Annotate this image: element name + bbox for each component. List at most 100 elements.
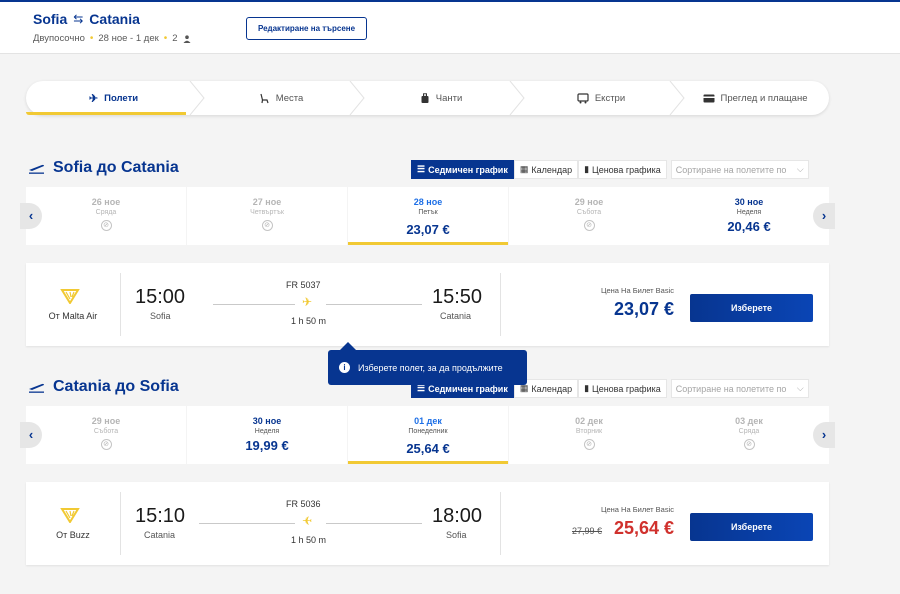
divider bbox=[120, 273, 121, 336]
date-cell[interactable]: 30 ное Неделя 20,46 € bbox=[669, 187, 829, 245]
arrival-city: Catania bbox=[440, 311, 472, 321]
no-flights-icon: ⊘ bbox=[583, 220, 595, 231]
date-cell-selected[interactable]: 28 ное Петък 23,07 € bbox=[348, 187, 508, 245]
sort-placeholder: Сортиране на полетите по bbox=[675, 164, 787, 175]
view-label: Ценова графика bbox=[592, 164, 661, 175]
weekday-label: Четвъртък bbox=[250, 209, 284, 216]
date-label: 29 ное bbox=[91, 416, 121, 426]
weekday-label: Събота bbox=[576, 209, 602, 216]
outbound-flight-card: От Malta Air 15:00 Sofia FR 5037 ✈ 1 h 5… bbox=[26, 263, 829, 346]
tooltip-pointer bbox=[340, 342, 356, 350]
no-flights-icon: ⊘ bbox=[100, 220, 112, 231]
next-dates-button[interactable]: › bbox=[813, 203, 835, 229]
select-inbound-flight-button[interactable]: Изберете bbox=[690, 513, 813, 541]
tooltip-text: Изберете полет, за да продължите bbox=[358, 362, 503, 373]
no-flights-icon: ⊘ bbox=[100, 439, 112, 450]
weekday-label: Сряда bbox=[95, 209, 117, 216]
step-extras[interactable]: Екстри bbox=[521, 81, 681, 115]
seat-icon bbox=[260, 93, 269, 103]
search-summary-header: Sofia ⇆ Catania Двупосочно • 28 ное - 1 … bbox=[0, 2, 900, 54]
departure-time: 15:00 bbox=[135, 286, 186, 308]
discounted-fare-price: 25,64 € bbox=[613, 518, 674, 538]
bus-icon bbox=[577, 92, 589, 103]
arrival-time: 15:50 bbox=[432, 286, 483, 308]
route-line bbox=[326, 304, 422, 305]
fare-type-label: Цена На Билет Basic bbox=[600, 286, 674, 295]
airline-harp-logo-icon bbox=[60, 508, 80, 523]
inbound-section-title: Catania до Sofia bbox=[28, 378, 179, 396]
view-label: Седмичен график bbox=[428, 383, 508, 394]
arrival-time: 18:00 bbox=[432, 505, 483, 527]
flight-duration: 1 h 50 m bbox=[291, 316, 327, 326]
separator-dot-icon: • bbox=[163, 33, 168, 44]
takeoff-plane-icon bbox=[29, 383, 44, 393]
passenger-count: 2 bbox=[172, 33, 178, 44]
sort-flights-select[interactable]: Сортиране на полетите по ⌵ bbox=[670, 379, 809, 398]
edit-search-button[interactable]: Редактиране на търсене bbox=[246, 17, 367, 40]
weekly-view-button[interactable]: ☰ Седмичен график bbox=[411, 160, 514, 179]
fare-price: 23,07 € bbox=[613, 299, 674, 319]
date-cell[interactable]: 30 ное Неделя 19,99 € bbox=[187, 406, 347, 464]
operating-airline: От Buzz bbox=[56, 530, 90, 540]
date-price: 25,64 € bbox=[406, 441, 450, 456]
weekday-label: Петък bbox=[418, 209, 438, 216]
bar-chart-icon: ▮ bbox=[584, 383, 590, 393]
date-cell: 27 ное Четвъртък ⊘ bbox=[187, 187, 347, 245]
trip-type: Двупосочно bbox=[33, 33, 85, 44]
origin-city: Sofia bbox=[33, 11, 68, 27]
date-label: 28 ное bbox=[413, 197, 443, 207]
list-icon: ☰ bbox=[417, 164, 426, 174]
select-outbound-flight-button[interactable]: Изберете bbox=[690, 294, 813, 322]
step-review-payment[interactable]: Преглед и плащане bbox=[681, 81, 829, 115]
step-label: Екстри bbox=[594, 92, 626, 104]
date-label: 27 ное bbox=[252, 197, 282, 207]
calendar-view-button[interactable]: ▦ Календар bbox=[513, 160, 579, 179]
date-label: 30 ное bbox=[734, 197, 764, 207]
date-price: 19,99 € bbox=[245, 438, 289, 453]
booking-stepper: ✈ Полети Места Чанти Екстри Преглед и пл… bbox=[26, 81, 829, 115]
departure-time: 15:10 bbox=[135, 505, 186, 527]
sort-flights-select[interactable]: Сортиране на полетите по ⌵ bbox=[670, 160, 809, 179]
price-chart-button[interactable]: ▮ Ценова графика bbox=[578, 160, 667, 179]
divider bbox=[500, 492, 501, 555]
price-chart-button[interactable]: ▮ Ценова графика bbox=[578, 379, 667, 398]
date-cell: 29 ное Събота ⊘ bbox=[26, 406, 186, 464]
flight-number: FR 5036 bbox=[286, 499, 321, 509]
next-dates-button[interactable]: › bbox=[813, 422, 835, 448]
route-line bbox=[326, 523, 422, 524]
date-cell: 02 дек Вторник ⊘ bbox=[509, 406, 669, 464]
step-seats[interactable]: Места bbox=[201, 81, 361, 115]
view-label: Календар bbox=[531, 164, 573, 175]
weekday-label: Неделя bbox=[736, 209, 762, 216]
round-trip-arrows-icon: ⇆ bbox=[73, 12, 84, 26]
chevron-down-icon: ⌵ bbox=[796, 164, 804, 174]
route-line bbox=[199, 523, 295, 524]
step-label: Преглед и плащане bbox=[720, 92, 808, 104]
weekday-label: Вторник bbox=[575, 428, 603, 435]
step-label: Полети bbox=[104, 92, 139, 104]
outbound-view-options: ☰ Седмичен график ▦ Календар ▮ Ценова графи… bbox=[411, 160, 809, 179]
step-flights[interactable]: ✈ Полети bbox=[26, 81, 201, 115]
weekday-label: Сряда bbox=[738, 428, 760, 435]
destination-city: Catania bbox=[89, 11, 140, 27]
date-cell: 26 ное Сряда ⊘ bbox=[26, 187, 186, 245]
chevron-down-icon: ⌵ bbox=[796, 383, 804, 393]
fare-type-label: Цена На Билет Basic bbox=[600, 505, 674, 514]
date-cell-selected[interactable]: 01 дек Понеделник 25,64 € bbox=[348, 406, 508, 464]
card-icon bbox=[703, 94, 714, 102]
takeoff-plane-icon bbox=[29, 164, 44, 174]
flight-duration: 1 h 50 m bbox=[291, 535, 327, 545]
flight-plane-icon: ✈ bbox=[302, 514, 313, 528]
inbound-flight-card: От Buzz 15:10 Catania FR 5036 ✈ 1 h 50 m… bbox=[26, 482, 829, 565]
select-flight-tooltip: i Изберете полет, за да продължите bbox=[328, 350, 527, 385]
airline-harp-logo-icon bbox=[60, 289, 80, 304]
flight-plane-icon: ✈ bbox=[302, 295, 313, 309]
section-title-text: Sofia до Catania bbox=[53, 159, 179, 176]
person-icon bbox=[183, 34, 191, 43]
no-flights-icon: ⊘ bbox=[583, 439, 595, 450]
route-title: Sofia ⇆ Catania bbox=[33, 11, 140, 27]
arrival-city: Sofia bbox=[446, 530, 467, 540]
date-label: 03 дек bbox=[735, 416, 763, 426]
route-line bbox=[213, 304, 295, 305]
step-bags[interactable]: Чанти bbox=[361, 81, 521, 115]
